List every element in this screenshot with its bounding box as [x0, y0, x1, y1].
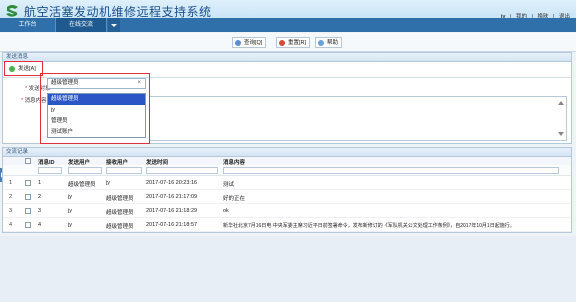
cell-time: 2017-07-16 21:18:29	[146, 208, 198, 214]
query-button[interactable]: 查询[Q]	[232, 37, 267, 48]
tab-online-chat[interactable]: 在线交流	[55, 18, 107, 32]
help-label: 帮助	[327, 40, 339, 46]
help-icon	[318, 40, 324, 46]
row-number: 2	[9, 194, 13, 200]
cell-sender: jy	[68, 194, 72, 200]
reset-icon	[279, 40, 285, 46]
toolbar: 查询[Q] 重置[R] 帮助	[0, 33, 576, 52]
cell-msg-id: 3	[38, 208, 42, 214]
table-row[interactable]: 1 1 超级管理员 jy 2017-07-16 20:23:16 测试	[3, 176, 571, 190]
filter-receiver[interactable]	[106, 167, 142, 174]
cell-time: 2017-07-16 21:17:09	[146, 194, 198, 200]
help-button[interactable]: 帮助	[315, 37, 343, 48]
empty-area	[0, 236, 576, 302]
option-test-account[interactable]: 测试账户	[48, 127, 145, 138]
row-checkbox[interactable]	[25, 222, 31, 228]
option-admin[interactable]: 管理员	[48, 116, 145, 127]
app-header: 航空活塞发动机维修远程支持系统 jy | 我的 | 换肤 | 退出 工作台 在线…	[0, 0, 576, 32]
cell-receiver: 超级管理员	[106, 196, 134, 202]
send-label: 发送[A]	[18, 66, 36, 72]
option-super-admin[interactable]: 超级管理员	[48, 94, 145, 105]
target-select-value: 超级管理员	[51, 80, 79, 86]
send-icon	[9, 66, 15, 72]
select-all-checkbox[interactable]	[25, 158, 31, 164]
row-checkbox[interactable]	[25, 194, 31, 200]
option-jy[interactable]: jy	[48, 105, 145, 116]
row-checkbox[interactable]	[25, 180, 31, 186]
cell-receiver: 超级管理员	[106, 210, 134, 216]
reset-button[interactable]: 重置[R]	[276, 37, 311, 48]
query-icon	[235, 40, 241, 46]
exchange-records-panel: 交流记录 消息ID 发送用户 接收用户 发送时间 消息内容 1 1 超级管理员 …	[2, 147, 572, 233]
grid-header: 消息ID 发送用户 接收用户 发送时间 消息内容	[3, 157, 571, 166]
cell-content: 新华社北京7月16日电 中央军委主席习近平日前签署命令，发布新修订的《军队机关公…	[223, 223, 515, 229]
cell-sender: jy	[68, 222, 72, 228]
records-title: 交流记录	[3, 148, 571, 157]
row-number: 1	[9, 180, 13, 186]
table-row[interactable]: 3 3 jy 超级管理员 2017-07-16 21:18:29 ok	[3, 204, 571, 218]
main-tabs: 工作台 在线交流	[0, 18, 576, 32]
table-row[interactable]: 4 4 jy 超级管理员 2017-07-16 21:18:57 新华社北京7月…	[3, 218, 571, 232]
filter-row	[3, 165, 571, 176]
cell-content: 好的正在	[223, 196, 246, 202]
cell-msg-id: 4	[38, 222, 42, 228]
target-select[interactable]: 超级管理员 ×	[47, 78, 146, 89]
clear-icon[interactable]: ×	[137, 79, 141, 88]
scroll-up-icon[interactable]	[558, 101, 564, 105]
cell-msg-id: 2	[38, 194, 42, 200]
message-content-textarea[interactable]	[149, 96, 567, 141]
row-number: 4	[9, 222, 13, 228]
cell-msg-id: 1	[38, 180, 42, 186]
send-button-highlight: 发送[A]	[4, 61, 43, 76]
cell-time: 2017-07-16 20:23:16	[146, 180, 198, 186]
row-checkbox[interactable]	[25, 208, 31, 214]
reset-label: 重置[R]	[288, 40, 307, 46]
query-label: 查询[Q]	[244, 40, 263, 46]
cell-content: ok	[223, 208, 229, 214]
table-row[interactable]: 2 2 jy 超级管理员 2017-07-16 21:17:09 好的正在	[3, 190, 571, 204]
cell-sender: jy	[68, 208, 72, 214]
tab-more-dropdown[interactable]	[108, 18, 120, 32]
send-panel-title: 发送消息	[3, 53, 571, 62]
tab-workbench[interactable]: 工作台	[0, 18, 55, 32]
cell-receiver: 超级管理员	[106, 224, 134, 230]
row-number: 3	[9, 208, 13, 214]
filter-msg-id[interactable]	[38, 167, 62, 174]
filter-sender[interactable]	[68, 167, 102, 174]
cell-sender: 超级管理员	[68, 182, 96, 188]
send-button[interactable]: 发送[A]	[9, 65, 36, 73]
target-options-list: 超级管理员 jy 管理员 测试账户	[47, 93, 146, 138]
filter-time[interactable]	[146, 167, 218, 174]
cell-content: 测试	[223, 182, 235, 188]
cell-receiver: jy	[106, 180, 110, 186]
scroll-down-icon[interactable]	[558, 132, 564, 136]
filter-content[interactable]	[223, 167, 559, 174]
logo-icon	[6, 5, 18, 17]
cell-time: 2017-07-16 21:18:57	[146, 222, 198, 228]
